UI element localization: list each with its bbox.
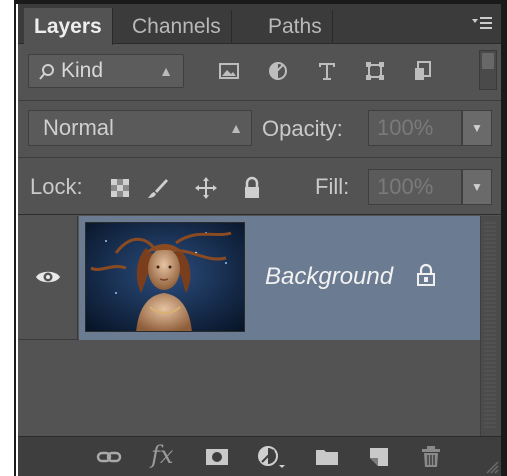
app-frame: Layers Channels Paths Kind ▲ Normal ▲ Op… [0,0,507,476]
opacity-input[interactable]: 100% [368,110,462,146]
layers-list: Background [18,216,501,436]
frame-left-edge [0,0,16,476]
new-layer-icon[interactable] [366,445,392,469]
tab-layers[interactable]: Layers [24,8,113,45]
layer-lock-icon[interactable] [415,263,437,287]
adjustment-filter-icon[interactable] [267,60,289,82]
visibility-toggle[interactable] [18,216,78,340]
opacity-label: Opacity: [262,116,343,141]
dropdown-arrows-icon: ▲ [229,120,243,136]
type-filter-icon[interactable] [316,60,338,82]
layer-row[interactable]: Background [18,216,480,340]
lock-position-icon[interactable] [194,176,218,200]
lock-transparent-icon[interactable] [108,176,132,200]
fill-label: Fill: [315,174,350,199]
image-filter-icon[interactable] [218,60,240,82]
tab-paths[interactable]: Paths [258,10,333,44]
dropdown-arrows-icon: ▲ [159,63,173,79]
fill-input[interactable]: 100% [368,169,462,205]
filter-kind-dropdown[interactable]: Kind ▲ [28,54,184,88]
blend-row: Normal ▲ Opacity: 100% ▼ [18,102,501,158]
layer-filter-row: Kind ▲ [18,45,501,101]
resize-grip-icon[interactable] [483,458,499,474]
eye-icon [36,271,60,283]
delete-layer-icon[interactable] [418,445,444,469]
blend-mode-dropdown[interactable]: Normal ▲ [28,110,252,146]
shape-filter-icon[interactable] [364,60,386,82]
filter-toggle-switch[interactable] [479,50,497,90]
filter-kind-label: Kind [61,59,104,82]
selected-layer-body[interactable]: Background [79,216,480,340]
lock-row: Lock: Fill: 100% ▼ [18,159,501,215]
layer-name[interactable]: Background [265,263,393,291]
tab-channels[interactable]: Channels [122,10,232,44]
smart-object-filter-icon[interactable] [412,60,434,82]
new-group-icon[interactable] [314,445,340,469]
layer-thumbnail-image [86,223,244,331]
panel-menu-icon[interactable] [471,14,493,32]
link-layers-icon[interactable] [96,445,122,469]
fill-dropdown-button[interactable]: ▼ [462,169,492,205]
frame-right-edge [501,0,507,476]
adjustment-layer-icon[interactable] [256,445,286,469]
lock-label: Lock: [30,174,83,199]
add-mask-icon[interactable] [204,445,230,469]
opacity-dropdown-button[interactable]: ▼ [462,110,492,146]
search-icon [39,64,54,80]
layers-bottom-toolbar: fx [18,436,501,476]
layer-style-icon[interactable]: fx [151,441,173,469]
lock-all-icon[interactable] [240,176,264,200]
layers-scrollbar[interactable] [480,216,501,436]
panel-tab-bar: Layers Channels Paths [18,4,501,45]
layers-panel: Layers Channels Paths Kind ▲ Normal ▲ Op… [18,4,501,476]
lock-image-icon[interactable] [146,176,170,200]
layer-thumbnail [85,222,245,332]
blend-mode-label: Normal [43,115,114,140]
